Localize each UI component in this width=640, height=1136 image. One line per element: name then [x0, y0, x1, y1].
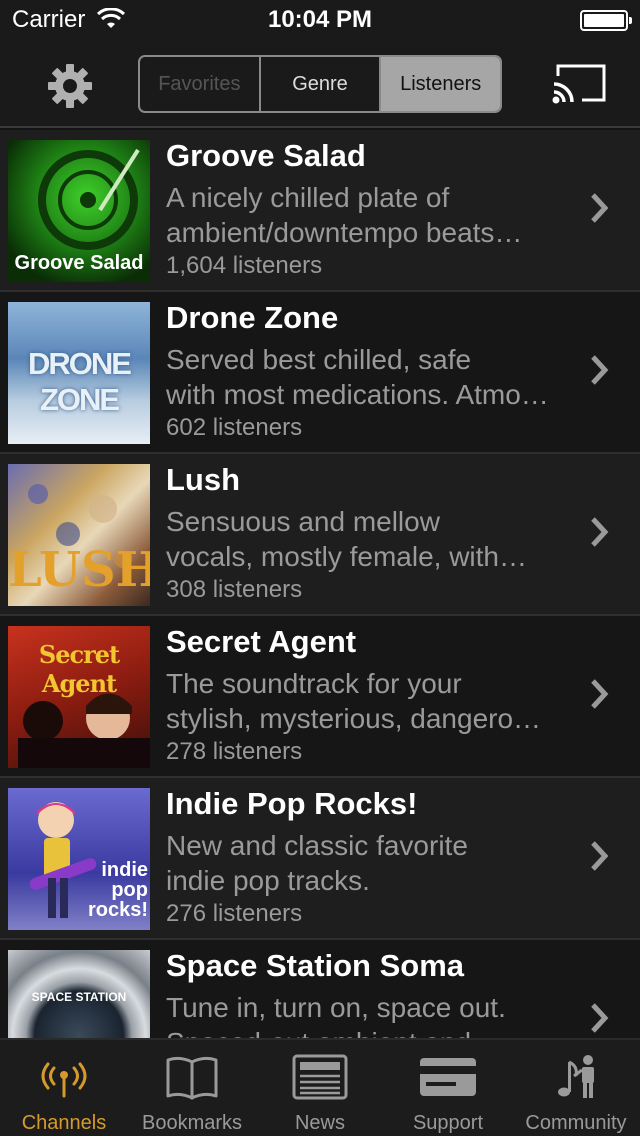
artwork-text: LUSH — [8, 542, 150, 598]
channel-artwork: Groove Salad — [8, 140, 150, 282]
channel-description: Served best chilled, safe with most medi… — [166, 344, 549, 410]
chevron-right-icon — [591, 841, 609, 871]
battery-icon — [580, 10, 632, 31]
chevron-right-icon — [591, 355, 609, 385]
artwork-text: SPACE STATION — [31, 990, 127, 1004]
channel-title: Secret Agent — [166, 624, 357, 659]
nav-bar: Favorites Genre Listeners — [0, 40, 640, 128]
listener-count: 276 listeners — [166, 900, 303, 927]
channel-title: Lush — [166, 462, 241, 497]
tab-community[interactable]: Community — [512, 1040, 640, 1136]
tab-channels[interactable]: Channels — [0, 1040, 128, 1136]
channel-row-indie-pop-rocks[interactable]: indie pop rocks! Indie Pop Rocks! New an… — [0, 778, 640, 940]
sort-segmented-control: Favorites Genre Listeners — [138, 55, 502, 113]
clock: 10:04 PM — [267, 6, 373, 33]
cast-icon[interactable] — [550, 62, 608, 106]
tab-label: Support — [412, 1112, 484, 1134]
chevron-right-icon — [591, 517, 609, 547]
channel-title: Drone Zone — [166, 300, 339, 335]
channel-artwork: DRONE ZONE — [8, 302, 150, 444]
artwork-text: DRONE ZONE — [28, 346, 132, 417]
channel-description: A nicely chilled plate of ambient/downte… — [166, 182, 523, 248]
channel-artwork: LUSH — [8, 464, 150, 606]
tab-label: Community — [525, 1112, 627, 1134]
chevron-right-icon — [591, 1003, 609, 1033]
broadcast-icon — [41, 1062, 87, 1098]
tab-label: Bookmarks — [141, 1112, 243, 1134]
tab-support[interactable]: Support — [384, 1040, 512, 1136]
segment-genre[interactable]: Genre — [261, 57, 382, 111]
channel-description: Sensuous and mellow vocals, mostly femal… — [166, 506, 527, 572]
community-icon — [558, 1055, 594, 1098]
channel-row-lush[interactable]: LUSH Lush Sensuous and mellow vocals, mo… — [0, 454, 640, 616]
listener-count: 602 listeners — [166, 414, 303, 441]
artwork-text: indie pop rocks! — [88, 859, 149, 921]
tab-bar: Channels Bookmarks News Support Communit… — [0, 1038, 640, 1136]
channel-description: New and classic favorite indie pop track… — [166, 830, 468, 896]
channel-title: Indie Pop Rocks! — [166, 786, 418, 821]
chevron-right-icon — [591, 679, 609, 709]
segment-favorites[interactable]: Favorites — [140, 57, 261, 111]
channel-list: Groove Salad Groove Salad A nicely chill… — [0, 130, 640, 1038]
channel-row-space-station-soma[interactable]: SPACE STATION Space Station Soma Tune in… — [0, 940, 640, 1038]
channel-artwork: SPACE STATION — [8, 950, 150, 1038]
channel-description: The soundtrack for your stylish, mysteri… — [166, 668, 556, 734]
channel-row-drone-zone[interactable]: DRONE ZONE Drone Zone Served best chille… — [0, 292, 640, 454]
tab-news[interactable]: News — [256, 1040, 384, 1136]
tab-label: Channels — [21, 1112, 107, 1134]
status-bar: Carrier 10:04 PM — [0, 0, 640, 40]
segment-listeners[interactable]: Listeners — [381, 57, 500, 111]
channel-title: Space Station Soma — [166, 948, 465, 983]
tab-label: News — [294, 1112, 345, 1134]
listener-count: 308 listeners — [166, 576, 303, 603]
channel-title: Groove Salad — [166, 138, 366, 173]
channel-description: Tune in, turn on, space out. Spaced-out … — [166, 992, 506, 1038]
newspaper-icon — [292, 1054, 348, 1100]
channel-row-groove-salad[interactable]: Groove Salad Groove Salad A nicely chill… — [0, 130, 640, 292]
artwork-text: Secret Agent — [38, 640, 120, 698]
listener-count: 1,604 listeners — [166, 252, 323, 279]
listener-count: 278 listeners — [166, 738, 303, 765]
gear-icon[interactable] — [46, 62, 94, 110]
channel-row-secret-agent[interactable]: Secret Agent Secret Agent The soundtrack… — [0, 616, 640, 778]
artwork-text: Groove Salad — [14, 252, 144, 274]
channel-artwork: indie pop rocks! — [8, 788, 150, 930]
chevron-right-icon — [591, 193, 609, 223]
credit-card-icon — [420, 1058, 476, 1096]
tab-bookmarks[interactable]: Bookmarks — [128, 1040, 256, 1136]
channel-artwork: Secret Agent — [8, 626, 150, 768]
book-icon — [166, 1056, 218, 1100]
